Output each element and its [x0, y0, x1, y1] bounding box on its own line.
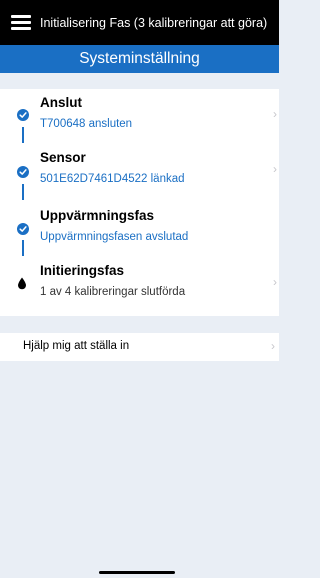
- topbar-title: Initialisering Fas (3 kalibreringar att …: [40, 15, 268, 30]
- chevron-right-icon: ›: [273, 107, 277, 121]
- step-status: Uppvärmningsfasen avslutad: [40, 231, 189, 243]
- step-title: Sensor: [40, 150, 86, 165]
- chevron-right-icon: ›: [273, 162, 277, 176]
- step-title: Initieringsfas: [40, 263, 125, 278]
- step-initieringsfas[interactable]: Initieringsfas 1 av 4 kalibreringar slut…: [0, 257, 279, 307]
- step-status: 1 av 4 kalibreringar slutförda: [40, 286, 186, 298]
- help-setup-row[interactable]: Hjälp mig att ställa in ›: [0, 333, 279, 361]
- nav-bar: Systeminställning: [0, 45, 279, 73]
- step-sensor[interactable]: Sensor 501E62D7461D4522 länkad ›: [0, 144, 279, 194]
- help-setup-label: Hjälp mig att ställa in: [23, 340, 130, 352]
- chevron-right-icon: ›: [271, 339, 275, 353]
- page-title: Systeminställning: [79, 50, 200, 67]
- step-anslut[interactable]: Anslut T700648 ansluten ›: [0, 89, 279, 139]
- check-circle-icon: [17, 109, 29, 121]
- step-status: 501E62D7461D4522 länkad: [40, 173, 185, 185]
- chevron-right-icon: ›: [273, 275, 277, 289]
- blood-drop-icon: [17, 277, 27, 295]
- step-connector: [22, 240, 24, 256]
- hamburger-menu-icon[interactable]: [11, 15, 31, 30]
- setup-steps-list: Anslut T700648 ansluten › Sensor 501E62D…: [0, 89, 279, 316]
- step-title: Uppvärmningsfas: [40, 208, 155, 223]
- home-indicator: [99, 571, 175, 574]
- step-title: Anslut: [40, 95, 82, 110]
- step-connector: [22, 184, 24, 200]
- check-circle-icon: [17, 223, 29, 235]
- step-uppvarmningsfas[interactable]: Uppvärmningsfas Uppvärmningsfasen avslut…: [0, 202, 279, 252]
- top-bar: Initialisering Fas (3 kalibreringar att …: [0, 0, 279, 45]
- check-circle-icon: [17, 166, 29, 178]
- step-connector: [22, 127, 24, 143]
- step-status: T700648 ansluten: [40, 118, 133, 130]
